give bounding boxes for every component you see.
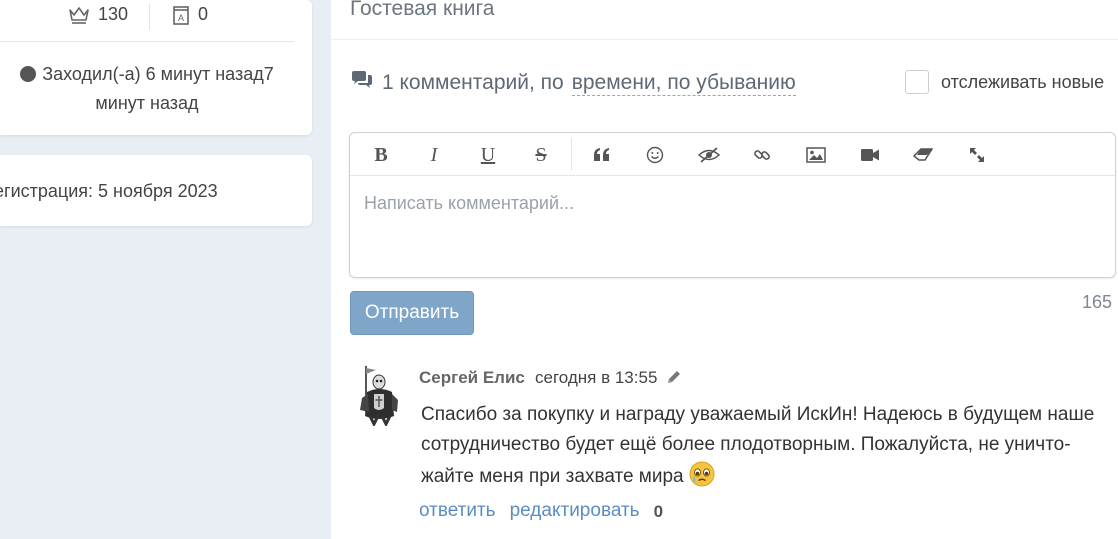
- eye-slash-icon: [698, 147, 720, 163]
- edit-link[interactable]: редактировать: [510, 500, 640, 522]
- expand-icon: [970, 148, 984, 162]
- italic-glyph: I: [430, 143, 438, 166]
- follow-checkbox[interactable]: [905, 70, 929, 94]
- comment-body: Спасибо за покупку и награду уважаемый И…: [421, 404, 1095, 487]
- fullscreen-button[interactable]: [964, 142, 990, 168]
- italic-button[interactable]: I: [421, 142, 447, 168]
- last-seen-line2: минут назад: [95, 93, 199, 113]
- strikethrough-glyph: S: [535, 143, 547, 166]
- registration-date: егистрация: 5 ноября 2023: [0, 181, 218, 201]
- last-seen-status: Заходил(-а) 6 минут назад7 минут назад: [0, 60, 294, 118]
- pencil-icon[interactable]: [665, 368, 683, 386]
- guestbook-header: Гостевая книга: [331, 0, 1118, 40]
- comment-votes[interactable]: 0: [654, 502, 663, 522]
- comment-author[interactable]: Сергей Елис: [419, 368, 525, 388]
- followers-count: 130: [98, 4, 129, 24]
- sad-face-icon: [688, 460, 716, 488]
- reply-link[interactable]: ответить: [419, 500, 496, 522]
- document-icon: A: [172, 5, 190, 25]
- last-seen-line1: Заходил(-а) 6 минут назад7: [42, 64, 274, 84]
- video-button[interactable]: [857, 142, 883, 168]
- page-title: Гостевая книга: [350, 0, 495, 20]
- bold-button[interactable]: B: [368, 142, 394, 168]
- profile-stats: 130 A 0: [0, 2, 294, 42]
- profile-card: 130 A 0 Заходил(-а) 6 минут назад7 минут…: [0, 0, 312, 135]
- underline-glyph: U: [480, 143, 496, 166]
- editor-toolbar: B I U S: [350, 133, 1115, 176]
- avatar[interactable]: [352, 364, 404, 428]
- comment-editor: B I U S Написать комментарий...: [349, 132, 1116, 278]
- spoiler-button[interactable]: [696, 142, 722, 168]
- sort-order-link[interactable]: времени, по убыванию: [571, 71, 796, 96]
- underline-button[interactable]: U: [475, 142, 501, 168]
- submit-button[interactable]: Отправить: [350, 291, 474, 335]
- comment-text: Спасибо за покупку и награду уважаемый И…: [421, 400, 1111, 492]
- comment-input[interactable]: Написать комментарий...: [364, 193, 574, 214]
- comments-count: 1 комментарий, по: [382, 71, 564, 94]
- documents-count: 0: [198, 4, 209, 24]
- crown-icon: [68, 5, 90, 25]
- link-icon: [754, 150, 770, 160]
- eraser-icon: [913, 148, 933, 161]
- link-button[interactable]: [749, 142, 775, 168]
- quote-icon: [594, 148, 609, 161]
- followers-stat[interactable]: 130: [68, 4, 128, 25]
- image-button[interactable]: [803, 142, 829, 168]
- video-icon: [861, 149, 879, 161]
- svg-text:A: A: [178, 13, 184, 23]
- follow-new-toggle[interactable]: отслеживать новые: [905, 70, 1104, 94]
- guestbook-panel: Гостевая книга 1 комментарий, по времени…: [331, 0, 1118, 539]
- registration-card: егистрация: 5 ноября 2023: [0, 155, 312, 226]
- follow-label: отслеживать новые: [941, 71, 1105, 92]
- offline-dot-icon: [20, 66, 37, 82]
- clear-format-button[interactable]: [910, 142, 936, 168]
- smile-icon: [646, 146, 664, 164]
- character-count: 165: [1081, 292, 1112, 312]
- documents-stat[interactable]: A 0: [172, 4, 208, 25]
- emoji-button[interactable]: [642, 142, 668, 168]
- bold-glyph: B: [374, 143, 388, 166]
- comments-summary: 1 комментарий, по времени, по убыванию: [350, 70, 796, 96]
- toolbar-divider: [571, 138, 572, 170]
- comment-actions: ответить редактировать 0: [419, 500, 663, 522]
- image-icon: [806, 147, 826, 163]
- stats-divider: [149, 4, 150, 30]
- comment-timestamp: сегодня в 13:55: [535, 368, 658, 387]
- strikethrough-button[interactable]: S: [528, 142, 554, 168]
- quote-button[interactable]: [589, 142, 615, 168]
- comments-icon: [350, 70, 374, 96]
